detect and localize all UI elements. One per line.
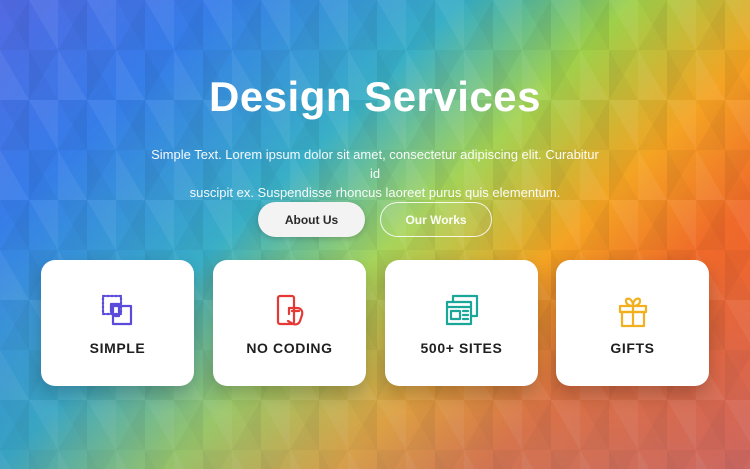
hero-description: Simple Text. Lorem ipsum dolor sit amet,…: [150, 145, 600, 202]
gift-icon: [618, 297, 647, 328]
our-works-button[interactable]: Our Works: [380, 202, 492, 237]
feature-label: NO CODING: [246, 340, 333, 356]
feature-card-gifts[interactable]: GIFTS: [556, 260, 709, 386]
about-us-button[interactable]: About Us: [258, 202, 365, 237]
website-layouts-icon: [445, 294, 478, 326]
feature-label: 500+ SITES: [420, 340, 503, 356]
feature-label: SIMPLE: [89, 340, 146, 356]
hero-description-line-1: Simple Text. Lorem ipsum dolor sit amet,…: [151, 147, 599, 181]
hero-description-line-2: suscipit ex. Suspendisse rhoncus laoreet…: [189, 185, 561, 200]
feature-card-simple[interactable]: SIMPLE: [41, 260, 194, 386]
feature-label: GIFTS: [610, 340, 655, 356]
hero-section: Design Services Simple Text. Lorem ipsum…: [0, 0, 750, 469]
feature-card-sites[interactable]: 500+ SITES: [385, 260, 538, 386]
page-title: Design Services: [208, 73, 541, 120]
feature-card-no-coding[interactable]: NO CODING: [213, 260, 366, 386]
touch-device-icon: [276, 294, 303, 326]
select-shape-icon: [101, 294, 132, 326]
